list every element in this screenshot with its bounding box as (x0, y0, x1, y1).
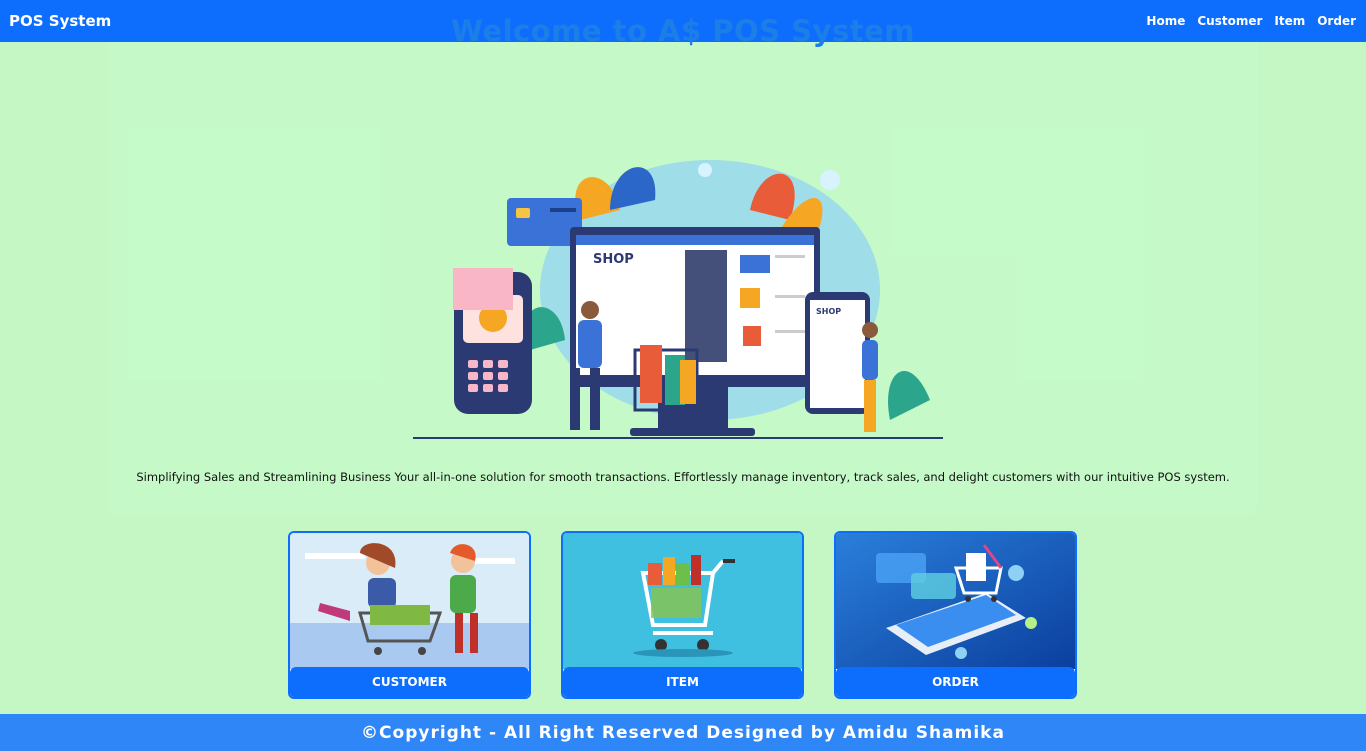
footer: ©Copyright - All Right Reserved Designed… (0, 714, 1366, 751)
shopping-couple-icon (290, 533, 529, 669)
hero-description: Simplifying Sales and Streamlining Busin… (136, 470, 1230, 484)
order-card[interactable]: ORDER (834, 531, 1077, 699)
customer-button[interactable]: CUSTOMER (290, 667, 529, 697)
item-card[interactable]: ITEM (561, 531, 804, 699)
shop-label-large: SHOP (593, 252, 634, 267)
grocery-cart-icon (563, 533, 802, 669)
customer-card[interactable]: CUSTOMER (288, 531, 531, 699)
shop-label-small: SHOP (816, 307, 841, 316)
order-button[interactable]: ORDER (836, 667, 1075, 697)
page-title: Welcome to A$ POS System (451, 14, 915, 48)
mobile-order-icon (836, 533, 1075, 669)
shop-illustration: SHOP SHOP (413, 160, 943, 439)
item-button[interactable]: ITEM (563, 667, 802, 697)
